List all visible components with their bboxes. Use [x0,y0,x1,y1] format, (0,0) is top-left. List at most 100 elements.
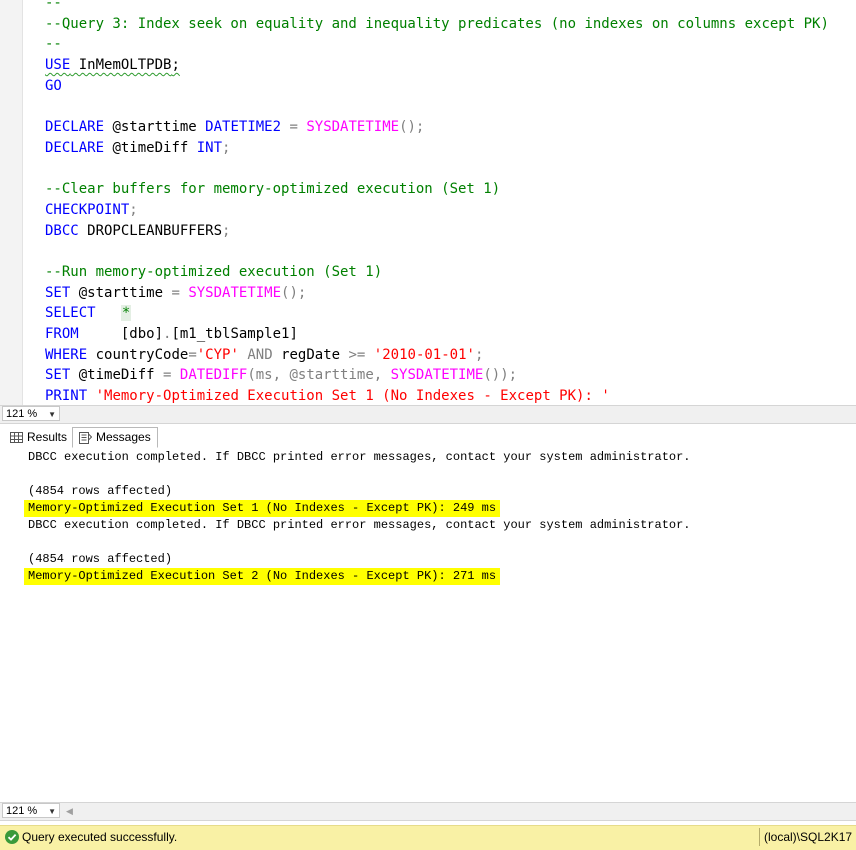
code-line: --Query 3: Index seek on equality and in… [45,14,829,35]
query-editor[interactable]: -- --Query 3: Index seek on equality and … [0,0,856,405]
code-token: @timeDiff [70,367,164,384]
code-token: WHERE [45,346,88,363]
code-line: DECLARE @starttime DATETIME2 = SYSDATETI… [45,117,829,138]
code-line: USE InMemOLTPDB; [45,55,829,76]
message-line [28,534,691,551]
code-line: SET @starttime = SYSDATETIME(); [45,283,829,304]
code-token: DROPCLEANBUFFERS [78,222,223,239]
code-line: -- [45,0,829,14]
code-token: DATETIME2 [205,119,282,136]
code-token: @starttime [70,284,172,301]
code-token: (ms, @starttime, [247,367,391,384]
sql-code[interactable]: -- --Query 3: Index seek on equality and … [45,0,829,405]
editor-zoom-bar: 121 % ▼ [0,405,856,424]
code-token: ; [474,346,484,363]
tab-results-label: Results [27,430,68,444]
code-token: AND [247,346,273,363]
code-token: ; [129,201,138,218]
status-bar: Query executed successfully. (local)\SQL… [0,825,856,850]
code-token: SYSDATETIME [390,367,484,384]
message-text: DBCC execution completed. If DBCC printe… [28,450,691,464]
code-token: SET [45,367,71,384]
code-token: >= [348,346,366,363]
messages-output: DBCC execution completed. If DBCC printe… [24,449,691,585]
code-token: 'Memory-Optimized Execution Set 1 (No In… [95,388,610,405]
code-token: PRINT [45,388,88,405]
code-token: DATEDIFF [179,367,248,384]
highlighted-message: Memory-Optimized Execution Set 1 (No Ind… [24,500,501,517]
grid-icon [10,432,23,443]
code-line: -- [45,34,829,55]
code-token: CHECKPOINT [45,201,130,218]
code-token: DBCC [45,222,79,239]
code-token: (); [281,284,307,301]
messages-zoom-bar: 121 % ▼ ◀ [0,802,856,821]
code-token: SET [45,284,71,301]
scroll-left-icon[interactable]: ◀ [66,806,73,817]
results-tabs: Results Messages [0,425,856,450]
server-name: (local)\SQL2K17 (1 [764,830,856,844]
highlighted-message: Memory-Optimized Execution Set 2 (No Ind… [24,568,501,585]
code-line: WHERE countryCode='CYP' AND regDate >= '… [45,345,829,366]
success-check-icon [5,830,19,844]
code-line: DECLARE @timeDiff INT; [45,138,829,159]
code-token: @starttime [104,119,206,136]
code-line: FROM [dbo].[m1_tblSample1] [45,324,829,345]
status-message: Query executed successfully. [22,830,178,844]
code-token: GO [45,77,62,94]
code-line: --Run memory-optimized execution (Set 1) [45,262,829,283]
message-text: DBCC execution completed. If DBCC printe… [28,518,691,532]
code-token: = [188,346,197,363]
message-line [28,466,691,483]
code-token: ; [222,139,231,156]
code-line: CHECKPOINT; [45,200,829,221]
code-token: countryCode [87,346,189,363]
message-text: (4854 rows affected) [28,484,173,498]
chevron-down-icon: ▼ [48,807,56,816]
code-token: USE [45,57,71,74]
messages-zoom-select[interactable]: 121 % ▼ [2,803,60,818]
horizontal-scrollbar[interactable]: ◀ [62,804,856,819]
code-token: InMemOLTPDB [70,57,172,74]
code-token: INT [196,139,223,156]
code-token: [m1_tblSample1] [171,326,298,342]
code-token: ; [171,57,180,74]
code-line: GO [45,76,829,97]
message-line: (4854 rows affected) [28,551,691,568]
code-token: --Run memory-optimized execution (Set 1) [45,263,383,280]
code-token: -- [45,0,62,11]
code-token: ; [222,222,231,239]
tab-messages-label: Messages [96,430,151,444]
code-token: DECLARE [45,139,105,156]
code-token: 'CYP' [196,346,239,363]
code-token: --Clear buffers for memory-optimized exe… [45,181,501,198]
messages-zoom-value: 121 % [6,805,38,817]
code-line: PRINT 'Memory-Optimized Execution Set 1 … [45,386,829,405]
editor-zoom-select[interactable]: 121 % ▼ [2,406,60,421]
tab-results[interactable]: Results [4,427,73,448]
code-token: [dbo] [78,326,164,342]
status-divider [759,828,760,846]
code-line: SET @timeDiff = DATEDIFF(ms, @starttime,… [45,365,829,386]
code-token: ()); [483,367,518,384]
message-line: Memory-Optimized Execution Set 2 (No Ind… [24,568,691,585]
message-line: (4854 rows affected) [28,483,691,500]
messages-icon [79,431,92,444]
code-token: = [171,284,180,301]
message-text: (4854 rows affected) [28,552,173,566]
code-token: regDate [272,346,349,363]
editor-gutter [0,0,23,405]
messages-pane[interactable]: DBCC execution completed. If DBCC printe… [0,449,856,802]
code-token: = [289,119,298,136]
tab-messages[interactable]: Messages [72,427,158,448]
code-token: --Query 3: Index seek on equality and in… [45,15,829,32]
code-token: * [120,305,132,322]
code-token: '2010-01-01' [373,346,475,363]
code-line: DBCC DROPCLEANBUFFERS; [45,221,829,242]
